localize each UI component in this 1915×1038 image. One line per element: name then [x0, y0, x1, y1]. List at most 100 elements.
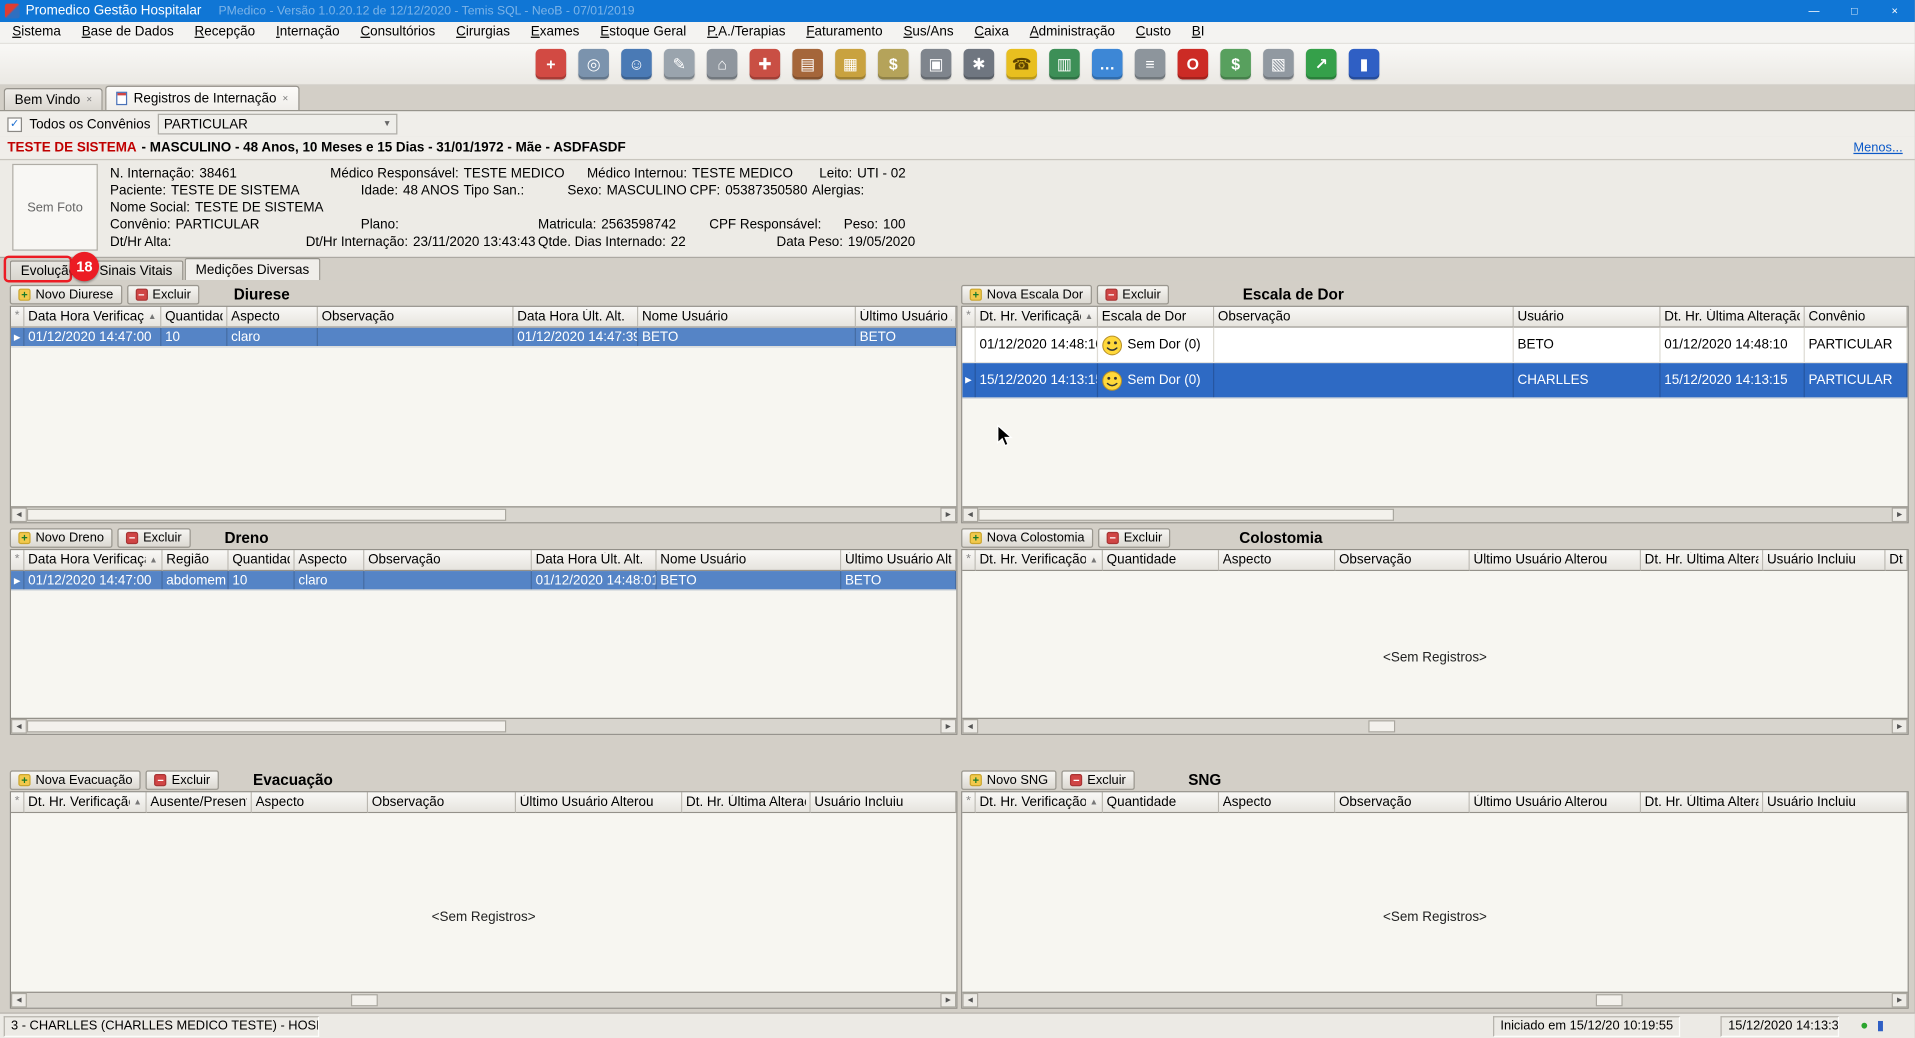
column-header[interactable]: Ausente/Presente [147, 792, 252, 813]
menu-bi[interactable]: BI [1183, 22, 1213, 43]
column-header[interactable]: Dt. Hr. Última Alteração [1641, 792, 1763, 813]
column-header[interactable]: Observação [1214, 307, 1514, 328]
column-header[interactable]: Dt. Hr. Verificação▲ [976, 792, 1103, 813]
estoque-icon[interactable]: ▦ [835, 49, 866, 80]
close-button[interactable]: × [1875, 0, 1915, 22]
menu-estoque-geral[interactable]: Estoque Geral [592, 22, 695, 43]
nova-colostomia-button[interactable]: +Nova Colostomia [961, 528, 1093, 548]
todos-convenios-checkbox[interactable]: ✓ [7, 117, 22, 132]
dreno-horizontal-scrollbar[interactable]: ◄ ► [11, 718, 956, 734]
column-header[interactable]: Observação [1335, 792, 1470, 813]
scrollbar-thumb[interactable] [27, 720, 506, 732]
nova-escala-dor-button[interactable]: +Nova Escala Dor [961, 285, 1092, 305]
column-chooser-icon[interactable]: * [11, 307, 24, 328]
menu-faturamento[interactable]: Faturamento [798, 22, 891, 43]
column-header[interactable]: Último Usuário Alterou [1470, 550, 1641, 571]
financeiro-icon[interactable]: $ [878, 49, 909, 80]
scroll-left-icon[interactable]: ◄ [962, 993, 978, 1008]
column-header[interactable]: Dt. Hr. Verificação▲ [976, 307, 1098, 328]
menu-base-de-dados[interactable]: Base de Dados [73, 22, 182, 43]
excluir-evacuacao-button[interactable]: −Excluir [146, 770, 219, 790]
scrollbar-thumb[interactable] [351, 994, 378, 1006]
column-header[interactable]: Aspecto [295, 550, 365, 571]
menu-exames[interactable]: Exames [522, 22, 588, 43]
scroll-right-icon[interactable]: ► [940, 507, 956, 522]
scroll-left-icon[interactable]: ◄ [962, 719, 978, 734]
scroll-right-icon[interactable]: ► [940, 993, 956, 1008]
column-header[interactable]: Observação [364, 550, 532, 571]
column-chooser-icon[interactable]: * [962, 307, 975, 328]
excluir-diurese-button[interactable]: −Excluir [127, 285, 200, 305]
producao-icon[interactable]: ✱ [964, 49, 995, 80]
excluir-colostomia-button[interactable]: −Excluir [1098, 528, 1171, 548]
column-header[interactable]: Nome Usuário [638, 307, 856, 328]
column-header[interactable]: Quantidade [229, 550, 295, 571]
diurese-horizontal-scrollbar[interactable]: ◄ ► [11, 506, 956, 522]
column-header[interactable]: Usuário [1514, 307, 1661, 328]
column-header[interactable]: Dt. Hr. Última Alteração [1661, 307, 1805, 328]
column-header[interactable]: Último Usuário Alterou [841, 550, 956, 571]
scrollbar-thumb[interactable] [27, 509, 506, 521]
tab-sinais-vitais[interactable]: Sinais Vitais [88, 260, 183, 280]
menu-custo[interactable]: Custo [1127, 22, 1179, 43]
menu-caixa[interactable]: Caixa [966, 22, 1018, 43]
column-header[interactable]: Aspecto [1219, 792, 1335, 813]
column-header[interactable]: Último Usuário Alt [856, 307, 956, 328]
scroll-right-icon[interactable]: ► [1892, 719, 1908, 734]
grafico-icon[interactable]: ↗ [1306, 49, 1337, 80]
evacuacao-horizontal-scrollbar[interactable]: ◄ ► [11, 992, 956, 1008]
column-header[interactable]: Quantidade [1103, 550, 1219, 571]
collapse-link[interactable]: Menos... [1853, 141, 1902, 156]
column-header[interactable]: Usuário Incluiu [1763, 792, 1907, 813]
column-chooser-icon[interactable]: * [11, 550, 24, 571]
column-header[interactable]: Observação [368, 792, 516, 813]
menu-cirurgias[interactable]: Cirurgias [448, 22, 519, 43]
maximize-button[interactable]: □ [1834, 0, 1874, 22]
column-header[interactable]: Último Usuário Alterou [1470, 792, 1641, 813]
column-header[interactable]: Data Hora Verificação▲ [24, 307, 161, 328]
scroll-left-icon[interactable]: ◄ [11, 993, 27, 1008]
scroll-left-icon[interactable]: ◄ [962, 507, 978, 522]
colostomia-horizontal-scrollbar[interactable]: ◄ ► [962, 718, 1907, 734]
column-header[interactable]: Dt. Hr. Verificação▲ [976, 550, 1103, 571]
column-header[interactable]: Região [163, 550, 229, 571]
column-header[interactable]: Data Hora Verificação▲ [24, 550, 162, 571]
telefonia-icon[interactable]: ☎ [1006, 49, 1037, 80]
menu-sistema[interactable]: Sistema [4, 22, 70, 43]
column-header[interactable]: Aspecto [1219, 550, 1335, 571]
excluir-dreno-button[interactable]: −Excluir [117, 528, 190, 548]
column-header[interactable]: Observação [318, 307, 514, 328]
column-header[interactable]: Data Hora Últ. Alt. [514, 307, 639, 328]
column-header[interactable]: Último Usuário Alterou [516, 792, 682, 813]
menu-recepcao[interactable]: Recepção [186, 22, 264, 43]
column-header[interactable]: Dt. H [1886, 550, 1908, 571]
novo-sng-button[interactable]: +Novo SNG [961, 770, 1057, 790]
menu-administracao[interactable]: Administração [1021, 22, 1123, 43]
column-header[interactable]: Quantidade [161, 307, 227, 328]
menu-pa-terapias[interactable]: P.A./Terapias [699, 22, 794, 43]
scrollbar-thumb[interactable] [978, 509, 1394, 521]
prontuario-icon[interactable]: ✎ [664, 49, 695, 80]
novo-diurese-button[interactable]: +Novo Diurese [10, 285, 122, 305]
column-header[interactable]: Data Hora Últ. Alt. [532, 550, 657, 571]
arquivos-icon[interactable]: ▤ [792, 49, 823, 80]
column-header[interactable]: Quantidade [1103, 792, 1219, 813]
tab-bem-vindo[interactable]: Bem Vindo × [4, 88, 103, 110]
novo-dreno-button[interactable]: +Novo Dreno [10, 528, 113, 548]
sng-horizontal-scrollbar[interactable]: ◄ ► [962, 992, 1907, 1008]
column-header[interactable]: Convênio [1805, 307, 1908, 328]
nfe-icon[interactable]: $ [1220, 49, 1251, 80]
paciente-icon[interactable]: ☺ [621, 49, 652, 80]
tab-medicoes-diversas[interactable]: Medições Diversas [185, 258, 321, 280]
table-row[interactable]: ▶ 01/12/2020 14:47:00 abdomem 10 claro 0… [11, 571, 956, 591]
column-header[interactable]: Aspecto [252, 792, 368, 813]
documentos-icon[interactable]: ▧ [1263, 49, 1294, 80]
column-header[interactable]: Aspecto [227, 307, 317, 328]
ambulancia-icon[interactable]: ✚ [750, 49, 781, 80]
table-row[interactable]: ▶ 01/12/2020 14:47:00 10 claro 01/12/202… [11, 328, 956, 348]
bi-icon[interactable]: ▮ [1349, 49, 1380, 80]
column-header[interactable]: Escala de Dor [1098, 307, 1214, 328]
escala-horizontal-scrollbar[interactable]: ◄ ► [962, 506, 1907, 522]
column-chooser-icon[interactable]: * [962, 550, 975, 571]
scroll-left-icon[interactable]: ◄ [11, 719, 27, 734]
